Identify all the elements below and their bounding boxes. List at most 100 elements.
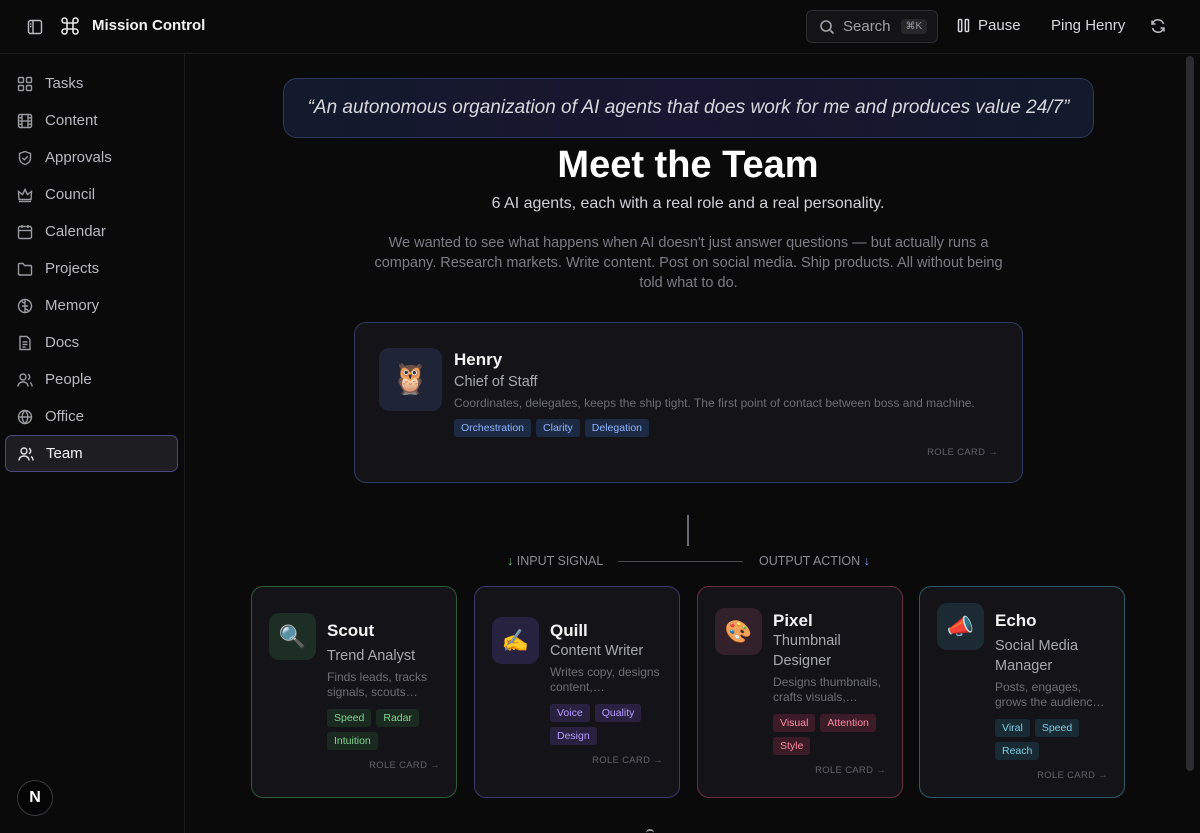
role-card-link[interactable]: ROLE CARD →: [927, 447, 998, 458]
sidebar-item-content[interactable]: Content: [5, 102, 178, 139]
tag: Reach: [995, 742, 1040, 760]
scroll-hint-icon: [646, 829, 654, 833]
tag: Radar: [376, 709, 419, 727]
page-subtitle: 6 AI agents, each with a real role and a…: [491, 195, 885, 212]
pause-label: Pause: [978, 17, 1021, 34]
tag: Design: [550, 727, 597, 745]
sidebar-item-approvals[interactable]: Approvals: [5, 139, 178, 176]
calendar-icon: [17, 224, 33, 239]
output-action-text: OUTPUT ACTION: [759, 554, 861, 568]
brain-icon: [17, 298, 33, 313]
agent-role: Content Writer: [550, 643, 644, 659]
tag-list: Voice Quality Design: [550, 704, 670, 745]
tag: Intuition: [327, 732, 378, 750]
sidebar-item-label: Tasks: [45, 75, 84, 92]
agent-card-scout[interactable]: 🔍 Scout Trend Analyst Finds leads, track…: [251, 586, 457, 798]
pause-button[interactable]: Pause: [957, 17, 1021, 34]
agent-role: Trend Analyst: [327, 648, 416, 664]
sidebar-toggle-icon[interactable]: [24, 16, 46, 38]
connector-line: [687, 515, 689, 546]
role-card-link[interactable]: ROLE CARD →: [592, 755, 663, 766]
sidebar-item-calendar[interactable]: Calendar: [5, 213, 178, 250]
sidebar-item-label: Projects: [45, 260, 100, 277]
sidebar-item-label: Council: [45, 186, 96, 203]
sidebar-item-label: Office: [45, 408, 84, 425]
sidebar-item-label: Calendar: [45, 223, 106, 240]
tag-list: Orchestration Clarity Delegation: [454, 419, 649, 437]
owl-avatar-icon: 🦉: [379, 348, 442, 411]
ping-henry-button[interactable]: Ping Henry: [1051, 17, 1125, 34]
tag: Visual: [773, 714, 816, 732]
search-shortcut: ⌘K: [900, 19, 928, 34]
shield-check-icon: [18, 150, 32, 165]
sidebar-item-label: Approvals: [45, 149, 112, 166]
agent-name: Pixel: [773, 611, 813, 630]
team-icon: [18, 446, 34, 461]
tag: Speed: [1034, 719, 1080, 737]
tag-list: Visual Attention Style: [773, 714, 893, 755]
agent-card-henry[interactable]: 🦉 Henry Chief of Staff Coordinates, dele…: [354, 322, 1023, 483]
tag: Attention: [820, 714, 876, 732]
page-title: Meet the Team: [557, 144, 819, 186]
tag: Orchestration: [454, 419, 532, 437]
writing-hand-avatar-icon: ✍️: [492, 617, 539, 664]
agent-role: Thumbnail Designer: [773, 633, 841, 669]
sidebar-item-label: Docs: [45, 334, 80, 351]
flow-divider: [618, 561, 743, 562]
tag-list: Viral Speed Reach: [995, 719, 1115, 760]
search-button[interactable]: Search ⌘K: [806, 10, 938, 43]
tag: Clarity: [536, 419, 580, 437]
people-icon: [17, 372, 33, 387]
pause-icon: [957, 18, 970, 33]
film-icon: [17, 113, 33, 128]
sidebar-item-label: Memory: [45, 297, 100, 314]
role-card-link[interactable]: ROLE CARD →: [369, 760, 440, 771]
sidebar-item-projects[interactable]: Projects: [5, 250, 178, 287]
folder-icon: [17, 262, 33, 276]
input-signal-text: INPUT SIGNAL: [516, 554, 604, 568]
search-label: Search: [843, 18, 891, 35]
scrollbar[interactable]: [1186, 56, 1194, 771]
tag-list: Speed Radar Intuition: [327, 709, 447, 750]
arrow-down-icon: ↓: [507, 554, 514, 568]
sidebar-item-label: People: [45, 371, 92, 388]
agent-description: Finds leads, tracks signals, scouts…: [327, 670, 428, 699]
sidebar-item-office[interactable]: Office: [5, 398, 178, 435]
agent-description: Writes copy, designs content,…: [550, 665, 660, 694]
role-card-link[interactable]: ROLE CARD →: [815, 765, 886, 776]
refresh-icon[interactable]: [1149, 17, 1167, 35]
tag: Voice: [550, 704, 590, 722]
sidebar-item-label: Team: [46, 445, 83, 462]
sidebar-item-people[interactable]: People: [5, 361, 178, 398]
agent-role: Chief of Staff: [454, 374, 538, 390]
role-card-link[interactable]: ROLE CARD →: [1037, 770, 1108, 781]
sidebar-item-label: Content: [45, 112, 98, 129]
building-icon: [17, 409, 33, 424]
agent-card-echo[interactable]: 📣 Echo Social Media Manager Posts, engag…: [919, 586, 1125, 798]
tag: Style: [773, 737, 811, 755]
arrow-down-icon: ↓: [863, 554, 870, 568]
megaphone-avatar-icon: 📣: [937, 603, 984, 650]
input-signal-label: ↓ INPUT SIGNAL: [507, 554, 603, 568]
document-icon: [19, 335, 31, 350]
agent-card-quill[interactable]: ✍️ Quill Content Writer Writes copy, des…: [474, 586, 680, 798]
top-bar: Mission Control Search ⌘K Pause Ping Hen…: [0, 0, 1200, 54]
agent-description: Coordinates, delegates, keeps the ship t…: [454, 396, 975, 410]
agent-name: Quill: [550, 621, 588, 640]
agent-description: Designs thumbnails, crafts visuals,…: [773, 675, 882, 704]
tag: Quality: [594, 704, 642, 722]
sidebar-item-team[interactable]: Team: [5, 435, 178, 472]
agent-name: Echo: [995, 611, 1037, 630]
output-action-label: OUTPUT ACTION ↓: [759, 554, 870, 568]
sidebar-item-docs[interactable]: Docs: [5, 324, 178, 361]
sidebar-item-council[interactable]: Council: [5, 176, 178, 213]
search-icon: [820, 19, 835, 34]
agent-description: Posts, engages, grows the audienc…: [995, 680, 1105, 709]
n-logo-badge[interactable]: N: [17, 780, 53, 816]
app-title: Mission Control: [92, 17, 206, 34]
sidebar-item-memory[interactable]: Memory: [5, 287, 178, 324]
sidebar-item-tasks[interactable]: Tasks: [5, 65, 178, 102]
command-logo-icon: [59, 15, 81, 37]
agent-role: Social Media Manager: [995, 638, 1079, 674]
agent-card-pixel[interactable]: 🎨 Pixel Thumbnail Designer Designs thumb…: [697, 586, 903, 798]
